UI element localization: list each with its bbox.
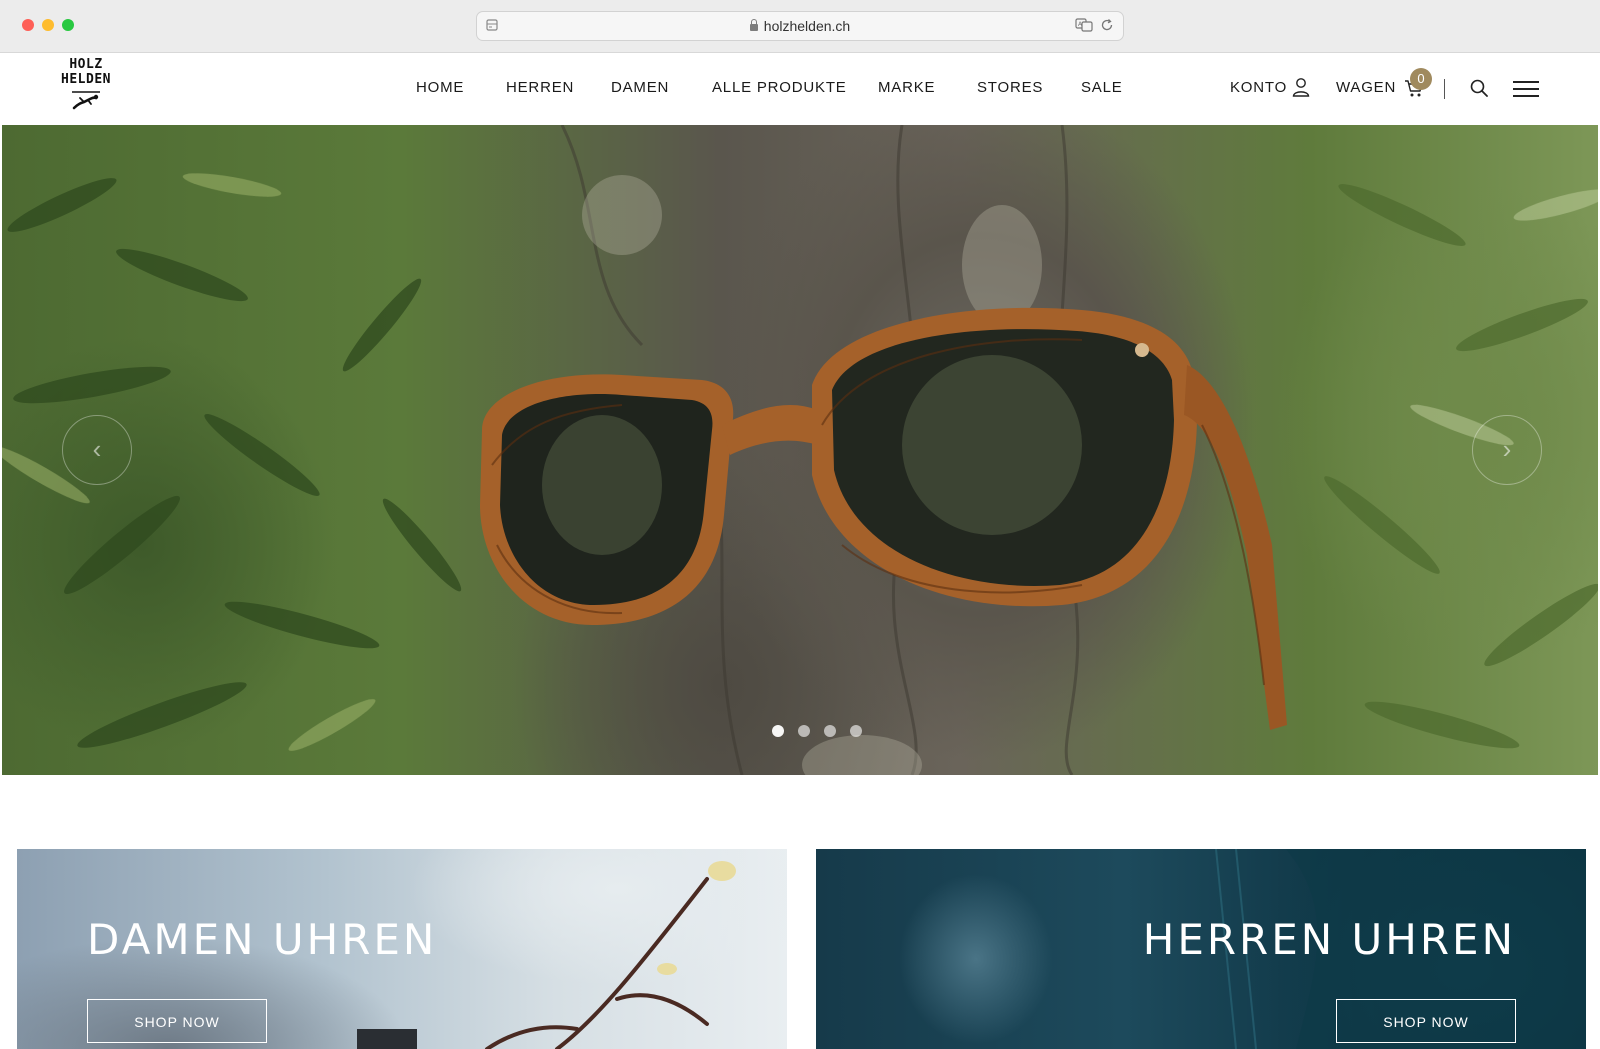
- logo-line-2: HELDEN: [61, 72, 111, 87]
- url-text: holzhelden.ch: [763, 18, 851, 34]
- browser-toolbar: holzhelden.ch A: [0, 0, 1600, 53]
- banner-damen-uhren[interactable]: DAMEN UHREN SHOP NOW: [17, 849, 787, 1049]
- close-window-button[interactable]: [22, 19, 34, 31]
- slider-dot-4[interactable]: [850, 725, 862, 737]
- banner-damen-title: DAMEN UHREN: [87, 915, 438, 964]
- nav-alle-produkte[interactable]: ALLE PRODUKTE: [712, 79, 847, 96]
- slider-dot-1[interactable]: [772, 725, 784, 737]
- reload-icon[interactable]: [1100, 18, 1114, 32]
- address-bar[interactable]: holzhelden.ch A: [476, 11, 1124, 41]
- site-header: HOLZ HELDEN HOME HERREN DAMEN ALLE PRODU…: [0, 53, 1600, 125]
- wagen-link[interactable]: WAGEN: [1336, 79, 1396, 96]
- damen-shop-now-button[interactable]: SHOP NOW: [87, 999, 267, 1043]
- nav-marke[interactable]: MARKE: [878, 79, 935, 96]
- translate-icon[interactable]: A: [1075, 18, 1093, 32]
- maximize-window-button[interactable]: [62, 19, 74, 31]
- hero-figure-icon: [72, 91, 100, 110]
- slider-pagination: [742, 725, 882, 739]
- herren-shop-now-button[interactable]: SHOP NOW: [1336, 999, 1516, 1043]
- search-icon[interactable]: [1470, 79, 1488, 97]
- nav-damen[interactable]: DAMEN: [611, 79, 669, 96]
- konto-link[interactable]: KONTO: [1230, 79, 1287, 96]
- nav-sale[interactable]: SALE: [1081, 79, 1123, 96]
- slider-dot-2[interactable]: [798, 725, 810, 737]
- nav-herren[interactable]: HERREN: [506, 79, 574, 96]
- user-icon[interactable]: [1292, 77, 1310, 97]
- nav-stores[interactable]: STORES: [977, 79, 1043, 96]
- banner-herren-uhren[interactable]: HERREN UHREN SHOP NOW: [816, 849, 1586, 1049]
- slider-next-button[interactable]: ›: [1472, 415, 1542, 485]
- chevron-left-icon: ‹: [92, 434, 102, 464]
- cart-count-badge: 0: [1410, 68, 1432, 90]
- header-divider: [1444, 79, 1445, 99]
- nav-home[interactable]: HOME: [416, 79, 464, 96]
- lock-icon: [749, 19, 758, 31]
- slider-prev-button[interactable]: ‹: [62, 415, 132, 485]
- hamburger-menu-icon[interactable]: [1512, 80, 1540, 98]
- chevron-right-icon: ›: [1502, 434, 1512, 464]
- banner-herren-title: HERREN UHREN: [1142, 915, 1516, 964]
- hero-image-sunglasses-on-tree: [2, 125, 1598, 775]
- slider-dot-3[interactable]: [824, 725, 836, 737]
- hero-slider: ‹ ›: [2, 125, 1598, 775]
- minimize-window-button[interactable]: [42, 19, 54, 31]
- holzhelden-logo[interactable]: HOLZ HELDEN: [56, 57, 116, 123]
- logo-line-1: HOLZ: [69, 57, 103, 72]
